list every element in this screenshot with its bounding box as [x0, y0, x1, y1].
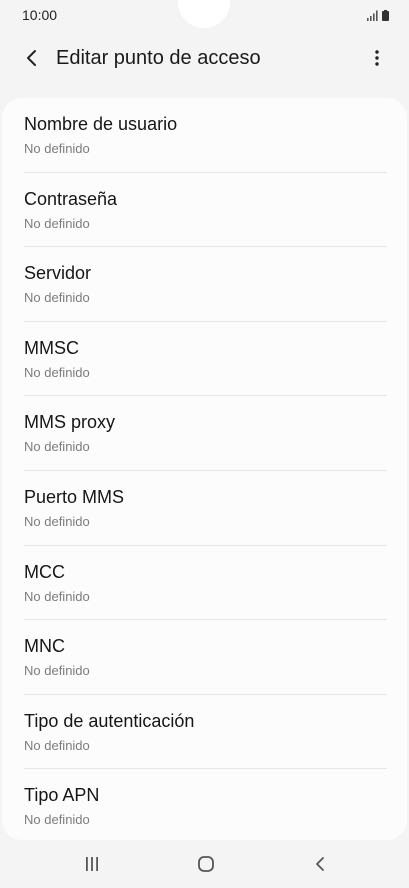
setting-summary: No definido	[24, 737, 90, 753]
setting-summary: No definido	[24, 439, 90, 455]
navigation-bar	[0, 840, 409, 888]
screen: 10:00 Editar punto de acceso Nombre de u…	[0, 0, 409, 888]
setting-summary: No definido	[24, 812, 90, 828]
back-button[interactable]	[18, 44, 46, 72]
setting-summary: No definido	[24, 663, 90, 679]
setting-title: Tipo de autenticación	[24, 710, 195, 731]
setting-summary: No definido	[24, 215, 90, 231]
status-icons	[367, 9, 389, 21]
setting-title: Puerto MMS	[24, 486, 125, 507]
setting-item-username[interactable]: Nombre de usuario No definido	[2, 98, 407, 173]
setting-title: MNC	[24, 636, 65, 657]
battery-icon	[382, 10, 389, 21]
setting-summary: No definido	[24, 141, 90, 156]
setting-item-server[interactable]: Servidor No definido	[2, 247, 407, 322]
setting-item-mmsc[interactable]: MMSC No definido	[2, 322, 407, 397]
setting-title: MCC	[24, 561, 65, 582]
recent-apps-button[interactable]	[80, 852, 104, 876]
app-bar: Editar punto de acceso	[0, 36, 409, 82]
more-options-button[interactable]	[367, 44, 387, 72]
setting-item-mnc[interactable]: MNC No definido	[2, 620, 407, 695]
back-icon	[316, 857, 324, 871]
setting-item-password[interactable]: Contraseña No definido	[2, 173, 407, 248]
back-arrow-icon	[27, 50, 36, 66]
signal-icon	[367, 10, 378, 21]
home-icon	[198, 856, 214, 872]
setting-summary: No definido	[24, 290, 90, 306]
page-title: Editar punto de acceso	[56, 47, 261, 69]
home-button[interactable]	[194, 852, 218, 876]
status-time: 10:00	[22, 7, 58, 23]
setting-item-mms-port[interactable]: Puerto MMS No definido	[2, 471, 407, 546]
setting-summary: No definido	[24, 513, 90, 529]
status-bar: 10:00	[0, 0, 409, 30]
setting-item-mms-proxy[interactable]: MMS proxy No definido	[2, 396, 407, 471]
nav-back-button[interactable]	[308, 852, 332, 876]
recent-apps-icon	[86, 857, 98, 871]
setting-summary: No definido	[24, 364, 90, 380]
setting-item-apn-type[interactable]: Tipo APN No definido	[2, 769, 407, 840]
setting-summary: No definido	[24, 588, 90, 604]
setting-title: MMSC	[24, 337, 79, 358]
setting-title: Nombre de usuario	[24, 114, 178, 134]
setting-title: Servidor	[24, 263, 92, 284]
setting-item-auth-type[interactable]: Tipo de autenticación No definido	[2, 695, 407, 770]
more-vertical-icon	[375, 50, 379, 66]
setting-item-mcc[interactable]: MCC No definido	[2, 546, 407, 621]
setting-title: Contraseña	[24, 188, 118, 209]
camera-notch	[178, 0, 230, 28]
settings-list: Nombre de usuario No definido Contraseña…	[2, 98, 407, 840]
setting-title: Tipo APN	[24, 785, 100, 806]
setting-title: MMS proxy	[24, 412, 116, 433]
